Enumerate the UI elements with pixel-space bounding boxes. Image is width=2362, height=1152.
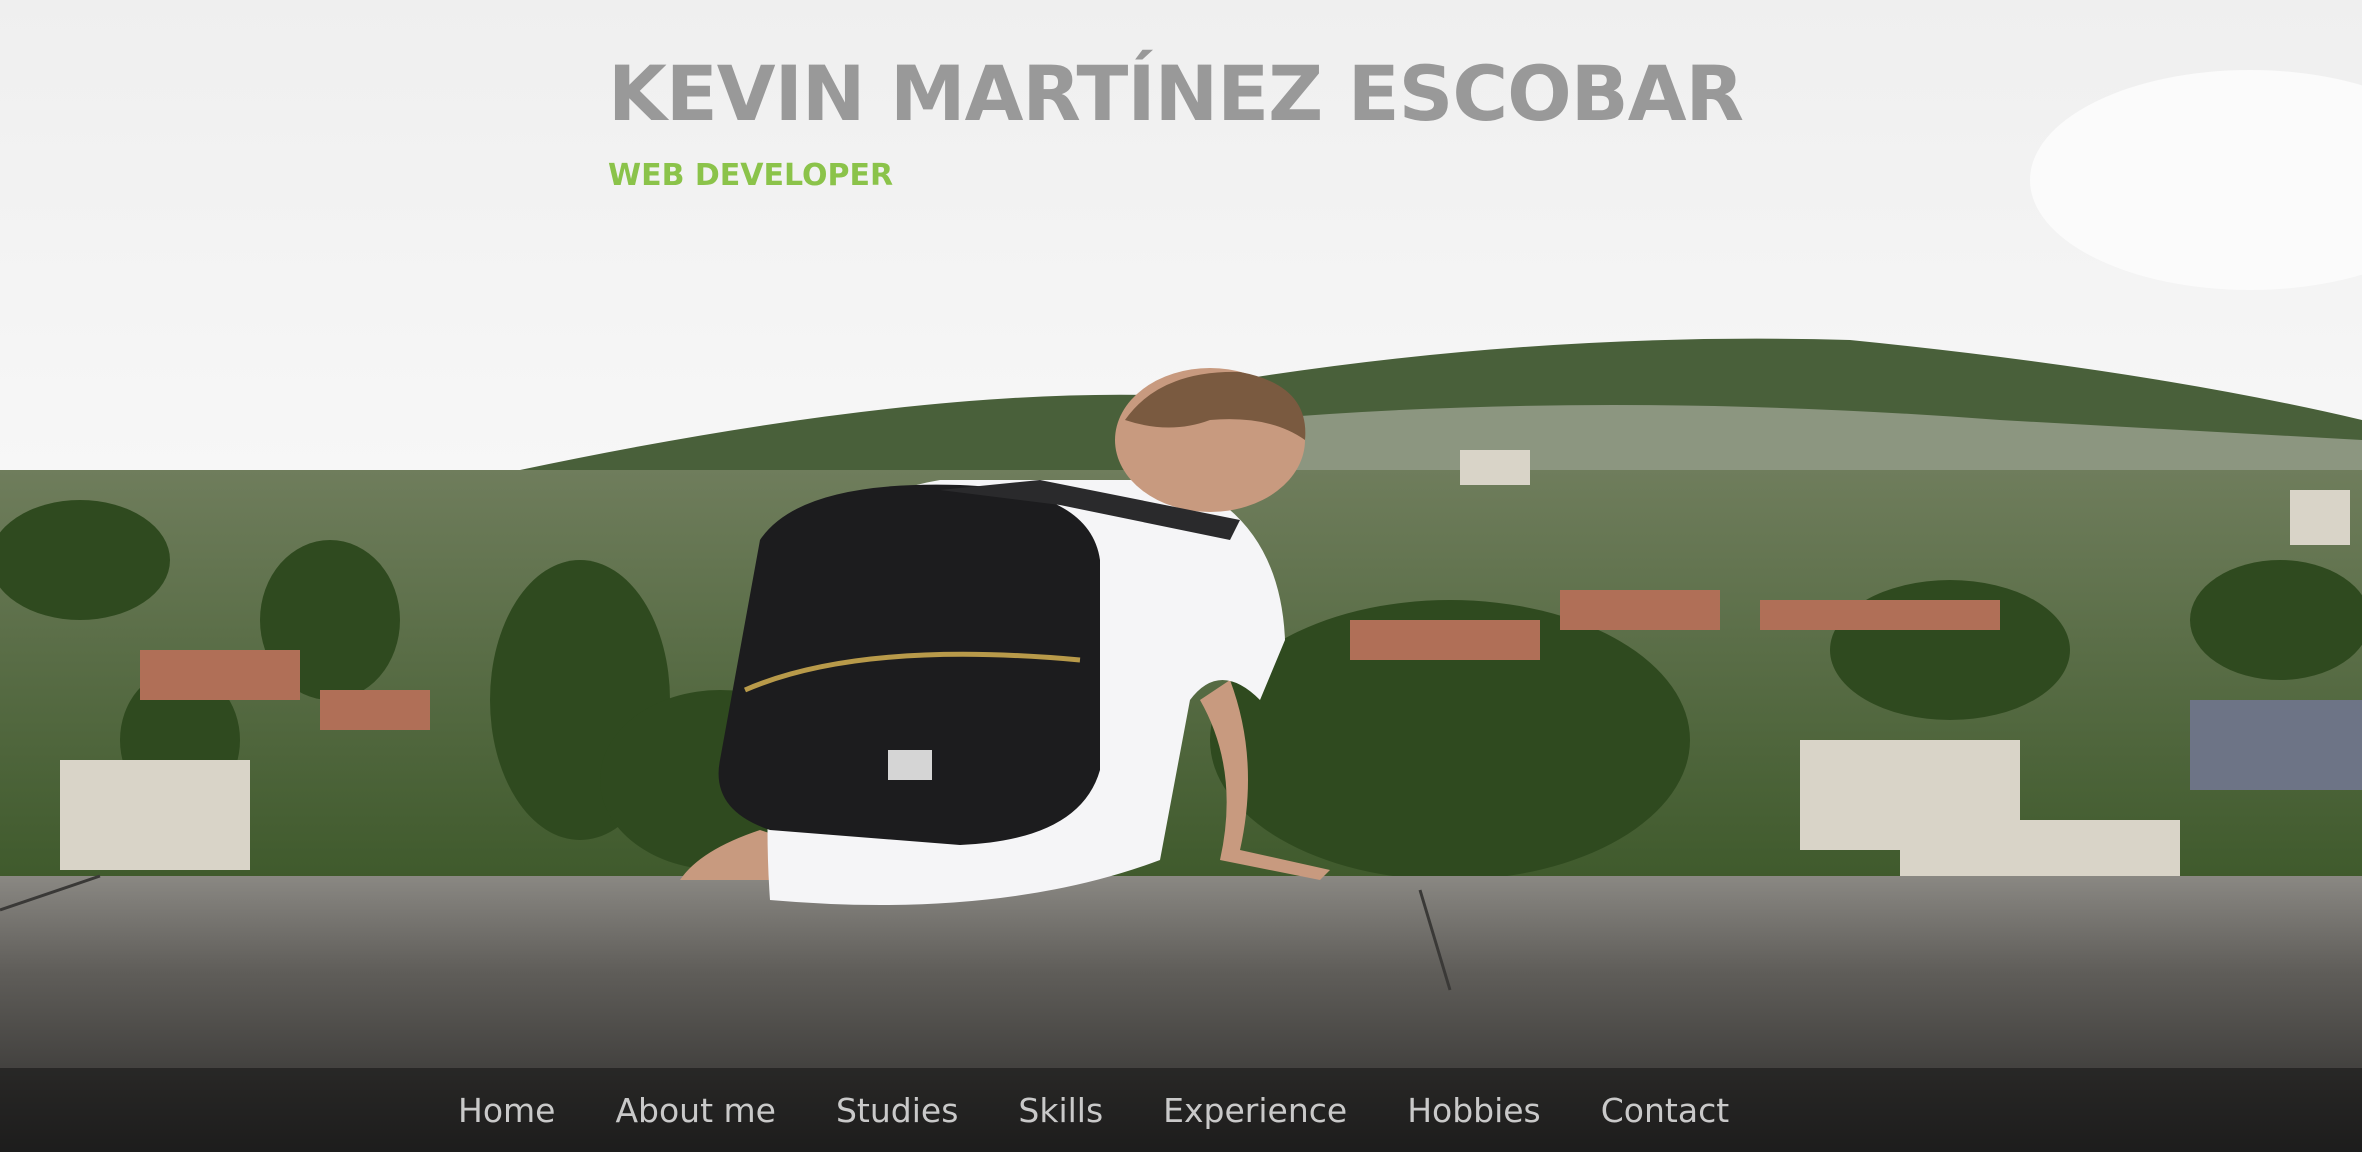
nav-link-studies[interactable]: Studies xyxy=(836,1091,958,1130)
nav-link-contact[interactable]: Contact xyxy=(1601,1091,1729,1130)
hero-background xyxy=(0,0,2362,1152)
nav-link-hobbies[interactable]: Hobbies xyxy=(1407,1091,1541,1130)
nav-link-skills[interactable]: Skills xyxy=(1018,1091,1103,1130)
nav-link-experience[interactable]: Experience xyxy=(1163,1091,1347,1130)
page-title: KEVIN MARTÍNEZ ESCOBAR xyxy=(608,49,1744,138)
nav-link-home[interactable]: Home xyxy=(458,1091,555,1130)
nav-link-about-me[interactable]: About me xyxy=(615,1091,776,1130)
main-navigation: Home About me Studies Skills Experience … xyxy=(0,1068,2362,1152)
page-subtitle: WEB DEVELOPER xyxy=(608,158,894,193)
nav-list: Home About me Studies Skills Experience … xyxy=(458,1068,1789,1152)
hero-photo xyxy=(0,0,2362,1152)
